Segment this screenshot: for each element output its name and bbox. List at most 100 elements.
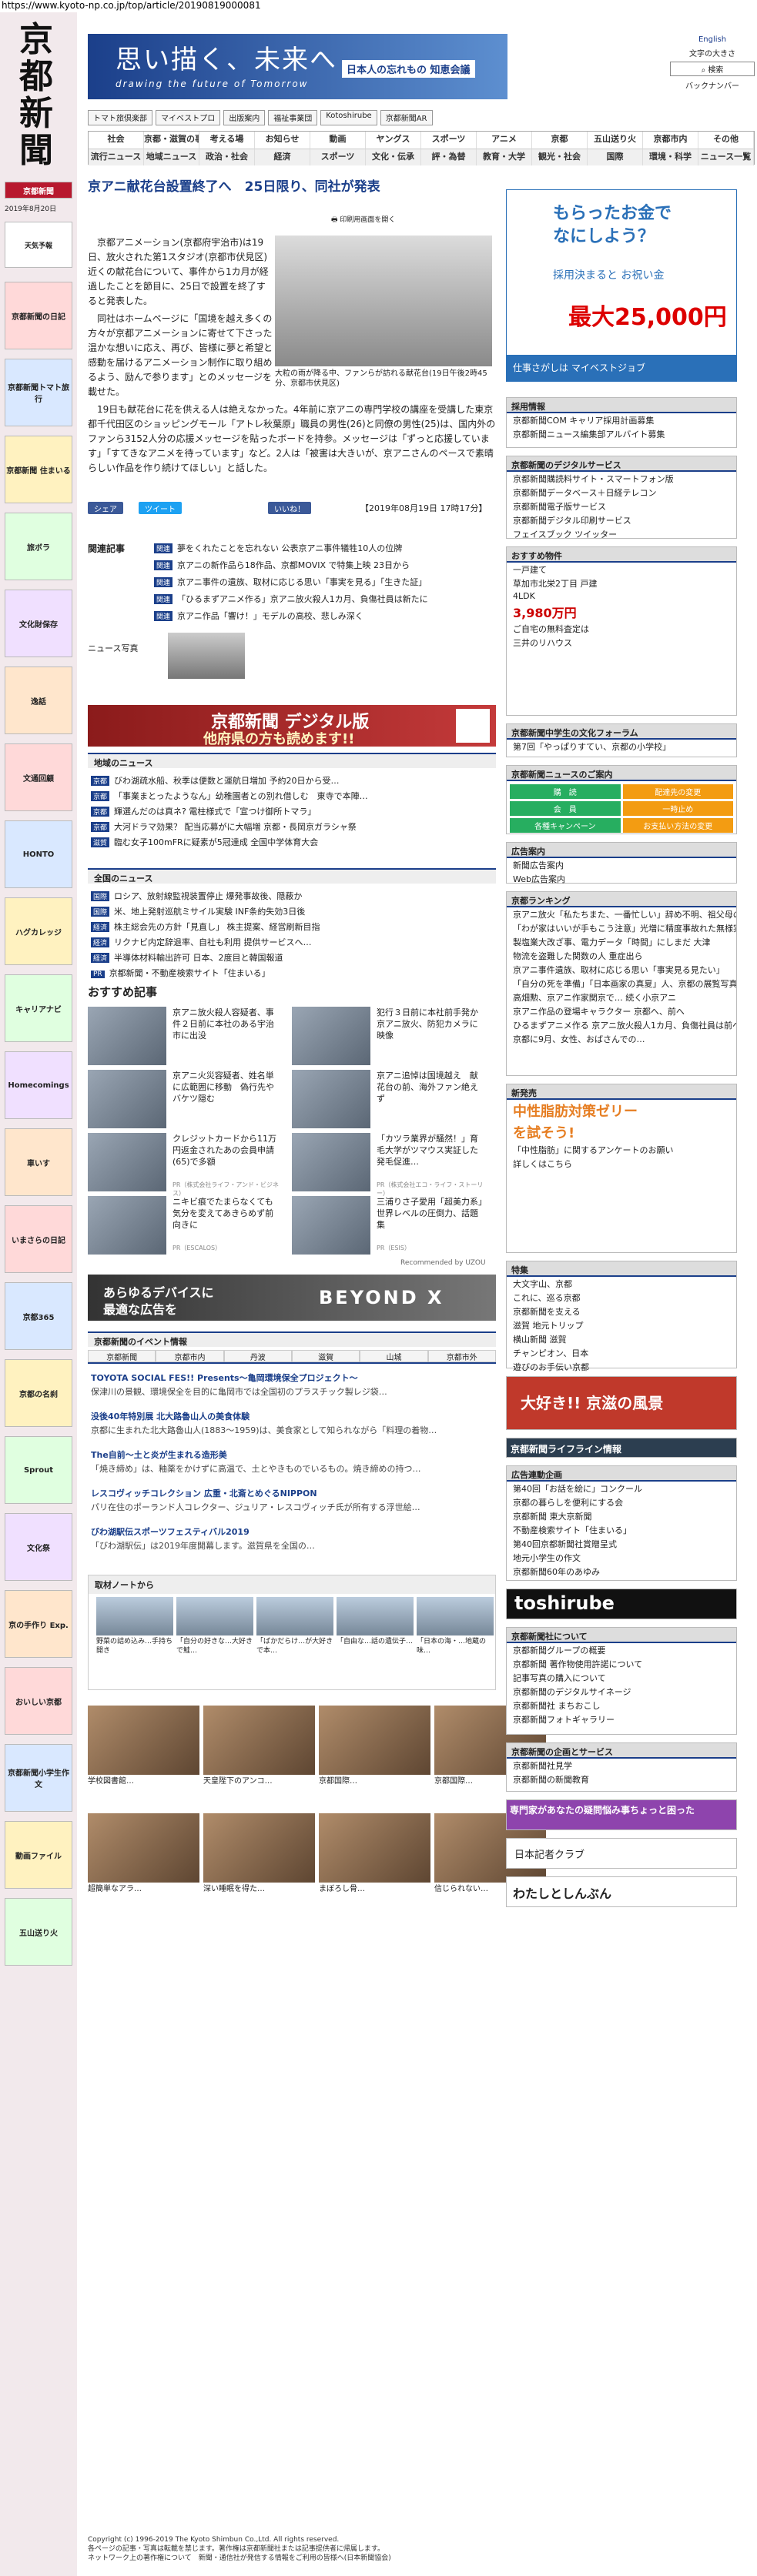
left-link-5[interactable]: 逸話	[5, 667, 72, 734]
nav-item[interactable]: ヤングス	[366, 132, 421, 149]
event-title[interactable]: The自前〜土と炎が生まれる造形美	[91, 1448, 491, 1461]
left-link-9[interactable]: キャリアナビ	[5, 974, 72, 1042]
book-item[interactable]: 野菜の詰め込み…手持ち開き	[96, 1597, 173, 1656]
nikkan-button[interactable]: 購 読	[510, 784, 621, 799]
nav-item[interactable]: 経済	[255, 149, 310, 165]
english-link[interactable]: English	[698, 35, 726, 44]
events-tab[interactable]: 滋賀	[291, 1350, 360, 1362]
right-box-link[interactable]: 京都新聞フォトギャラリー	[507, 1712, 736, 1726]
gallery-item[interactable]: 学校図書館…	[88, 1706, 199, 1809]
news-photo-thumb[interactable]	[168, 633, 245, 679]
ranking-item[interactable]: 京アニ放火「私たちまた、一番忙しい」辞め不明、祖父母の願い	[507, 907, 736, 921]
right-box-link[interactable]: 記事写真の購入について	[507, 1671, 736, 1685]
gallery-item[interactable]: まぼろし骨…	[319, 1813, 430, 1917]
left-link-19[interactable]: 京都新聞小学生作文	[5, 1744, 72, 1812]
nav-item[interactable]: ニュース一覧	[698, 149, 754, 165]
property-line[interactable]: 4LDK	[507, 590, 736, 602]
ranking-item[interactable]: 「わが家はいいが手もこう注意」光増に精度事故れた無様実事	[507, 921, 736, 935]
related-item[interactable]: 関連 京アニ作品「響け！」モデルの高校、悲しみ深く	[154, 610, 363, 622]
property-line[interactable]: 三井のリハウス	[507, 636, 736, 650]
property-line[interactable]: ご自宅の無料査定は	[507, 622, 736, 636]
right-box-link[interactable]: 京都新聞グループの概要	[507, 1643, 736, 1657]
recommend-card[interactable]: 京アニ火災容疑者、姓名単に広範囲に移動 偽行先やバケツ隠む	[88, 1070, 284, 1128]
related-item[interactable]: 関連 京アニ事件の遺族、取材に応じる思い「事実を見る」「生きた証」	[154, 576, 427, 588]
lifeline-banner[interactable]: 京都新聞ライフライン情報	[506, 1438, 737, 1458]
digital-edition-banner[interactable]: 京都新聞 デジタル版 他府県の方も読めます!!	[88, 705, 496, 747]
right-box-link[interactable]: 京都新聞 著作物使用許諾について	[507, 1657, 736, 1671]
news-item[interactable]: 京都 大河ドラマ効果？ 配当応募がに大幅増 京都・長岡京ガラシャ祭	[91, 820, 491, 833]
book-item[interactable]: 「自分の好きな…大好きで鮭…	[176, 1597, 253, 1656]
ranking-item[interactable]: 京都に9月、女性、おばさんでの…	[507, 1032, 736, 1046]
left-link-18[interactable]: おいしい京都	[5, 1667, 72, 1735]
gallery-item[interactable]: 天皇陛下のアンコ…	[203, 1706, 315, 1809]
left-link-17[interactable]: 京の手作り Exp.	[5, 1590, 72, 1658]
left-link-15[interactable]: Sprout	[5, 1436, 72, 1504]
right-box-link[interactable]: 滋賀 地元トリップ	[507, 1318, 736, 1332]
fontsize-label[interactable]: 文字の大きさ	[670, 47, 755, 58]
nav-item[interactable]: 動画	[310, 132, 366, 149]
right-box-link[interactable]: 京都新聞データベース＋日経テレコン	[507, 486, 736, 499]
right-box-link[interactable]: 京都新聞のデジタルサイネージ	[507, 1685, 736, 1699]
beyond-ad[interactable]: あらゆるデバイスに 最適な広告を BEYOND X	[88, 1275, 496, 1321]
nav-item[interactable]: アニメ	[477, 132, 532, 149]
site-logo[interactable]: 京都新聞	[11, 22, 62, 169]
ranking-item[interactable]: 京アニ作品の登場キャラクター 京都へ、前へ	[507, 1004, 736, 1018]
recommend-card[interactable]: 京アニ追悼は国境越え 献花台の前、海外ファン絶えず	[292, 1070, 488, 1128]
right-box-link[interactable]: 京都新聞を支える	[507, 1305, 736, 1318]
right-box-link[interactable]: 京都新聞60年のあゆみ	[507, 1565, 736, 1579]
right-box-link[interactable]: 京都新聞ニュース編集部アルバイト募集	[507, 427, 736, 441]
right-box-link[interactable]: 大文字山、京都	[507, 1277, 736, 1291]
job-ad[interactable]: もらったお金で なにしよう？ 採用決まると お祝い金 最大25,000円 仕事さ…	[506, 189, 737, 382]
property-line[interactable]: 一戸建て	[507, 563, 736, 576]
left-link-4[interactable]: 文化財保存	[5, 590, 72, 657]
nikkan-button[interactable]: 配達先の変更	[622, 784, 733, 799]
worry-banner[interactable]: 専門家があなたの疑問悩み事ちょっと困った	[506, 1799, 737, 1830]
watashi-banner[interactable]: わたしとしんぶん	[506, 1876, 737, 1907]
right-box-link[interactable]: 京都新聞社 まちおこし	[507, 1699, 736, 1712]
event-title[interactable]: レスコヴィッチコレクション 広重・北斎とめぐるNIPPON	[91, 1487, 491, 1499]
service-link[interactable]: 出版案内	[223, 110, 266, 125]
nikkan-button[interactable]: 各種キャンペーン	[510, 818, 621, 833]
nav-item[interactable]: 京都	[532, 132, 588, 149]
right-box-link[interactable]: 京都新聞電子版サービス	[507, 499, 736, 513]
nikkan-button[interactable]: 一時止め	[622, 801, 733, 816]
recommend-card[interactable]: 犯行３日前に本社前手発か 京アニ放火、防犯カメラに映像	[292, 1007, 488, 1065]
news-item[interactable]: 京都 輝選んだのは真ネ? 電柱様式で「宣つけ御所トマラ」	[91, 805, 491, 817]
article-photo[interactable]	[275, 236, 492, 366]
right-box-link[interactable]: 京都新聞デジタル印刷サービス	[507, 513, 736, 527]
right-box-link[interactable]: 京都新聞COM キャリア採用計画募集	[507, 413, 736, 427]
event-title[interactable]: 没後40年特別展 北大路魯山人の美食体験	[91, 1410, 491, 1422]
gallery-item[interactable]: 超簡単なアラ…	[88, 1813, 199, 1917]
news-item[interactable]: 経済 リクナビ内定辞退率、自社も利用 提供サービスへ…	[91, 936, 491, 948]
footer-note-2[interactable]: ネットワーク上の著作権について 新聞・通信社が発信する情報をご利用の皆様へ(日本…	[88, 2554, 750, 2563]
left-link-1[interactable]: 京都新聞トマト旅行	[5, 359, 72, 426]
property-line[interactable]: 3,980万円	[507, 602, 736, 622]
nav-item[interactable]: 文化・伝承	[366, 149, 421, 165]
ranking-item[interactable]: 製塩業大改ざ事、電力データ「時間」にしまだ 大津	[507, 935, 736, 949]
events-tab[interactable]: 丹波	[223, 1350, 292, 1362]
nav-item[interactable]: 環境・科学	[643, 149, 698, 165]
nav-item[interactable]: 社会	[89, 132, 144, 149]
gallery-item[interactable]: 京都国際…	[319, 1706, 430, 1809]
events-tab[interactable]: 京都新聞	[88, 1350, 156, 1362]
gel-ad-line[interactable]: 詳しくはこちら	[507, 1157, 736, 1171]
right-box-link[interactable]: 京都新聞購読料サイト・スマートフォン版	[507, 472, 736, 486]
news-item[interactable]: 京都 びわ湖疏水船、秋季は便数と運航日増加 予約20日から受…	[91, 774, 491, 787]
facebook-share-button[interactable]: シェア	[88, 502, 123, 514]
right-box-link[interactable]: 不動産検索サイト「住まいる」	[507, 1523, 736, 1537]
right-box-link[interactable]: Web広告案内	[507, 872, 736, 886]
service-link[interactable]: トマト旅倶楽部	[88, 110, 152, 125]
related-item[interactable]: 関連 夢をくれたことを忘れない 公表京アニ事件犠牲10人の位牌	[154, 542, 402, 554]
gel-ad-line[interactable]: 「中性脂肪」に関するアンケートのお願い	[507, 1143, 736, 1157]
nav-item[interactable]: 教育・大学	[477, 149, 532, 165]
right-box-link[interactable]: 横山新聞 滋賀	[507, 1332, 736, 1346]
nav-item[interactable]: 京都市内	[643, 132, 698, 149]
recommend-card[interactable]: 京アニ放火殺人容疑者、事件２日前に本社のある宇治市に出没	[88, 1007, 284, 1065]
nav-item[interactable]: 考える場	[199, 132, 255, 149]
right-box-link[interactable]: 京都の暮らしを便利にする会	[507, 1495, 736, 1509]
book-item[interactable]: 「ばかだらけ…が大好きで本…	[256, 1597, 333, 1656]
left-link-7[interactable]: HONTO	[5, 820, 72, 888]
right-box-link[interactable]: 遊びのお手伝い京都	[507, 1360, 736, 1374]
recommend-card[interactable]: クレジットカードから11万円返金されたあの会員申請(65)で多額 PR（株式会社ラ…	[88, 1133, 284, 1197]
left-link-8[interactable]: ハグカレッジ	[5, 897, 72, 965]
